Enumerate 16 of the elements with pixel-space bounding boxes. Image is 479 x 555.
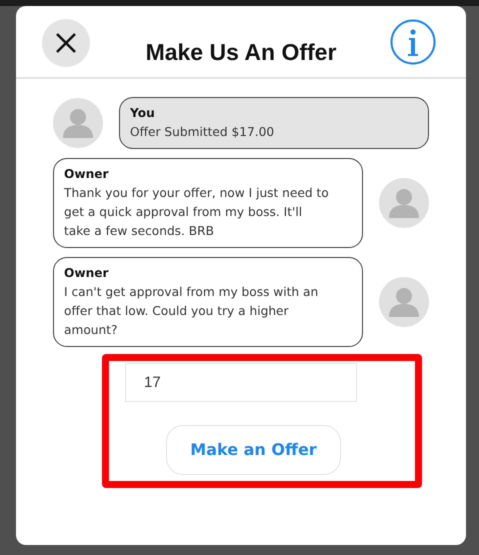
close-icon	[55, 32, 77, 54]
make-offer-button[interactable]: Make an Offer	[166, 425, 341, 475]
avatar-icon	[379, 178, 429, 228]
close-button[interactable]	[42, 19, 90, 67]
message-text: I can't get approval from my boss with an offer that low. Could you try a higher amount?	[64, 285, 318, 337]
info-button[interactable]	[390, 19, 436, 65]
sender-name: You	[130, 105, 156, 122]
avatar-icon	[379, 277, 429, 327]
dialog-title: Make Us An Offer	[144, 39, 338, 67]
info-icon	[390, 19, 436, 65]
sender-name: Owner	[64, 166, 110, 183]
offer-amount-field[interactable]: 17	[125, 363, 357, 402]
message-text: Offer Submitted $17.00	[130, 125, 274, 139]
avatar-icon	[53, 98, 103, 148]
message-text: Thank you for your offer, now I just need to get a quick approval from my boss. It'll take a few seconds. BRB	[64, 186, 329, 238]
sender-name: Owner	[64, 265, 110, 282]
